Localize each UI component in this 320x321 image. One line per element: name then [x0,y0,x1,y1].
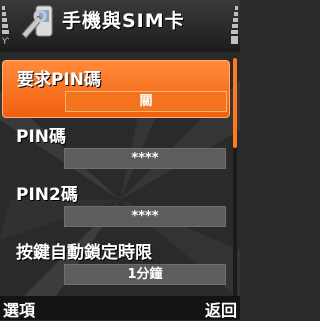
setting-label: 按鍵自動鎖定時限 [16,243,152,263]
page-title: 手機與SIM卡 [62,10,185,32]
setting-value: **** [64,206,226,227]
svg-text:Ƴ: Ƴ [2,37,9,46]
setting-value: **** [64,148,226,169]
back-softkey[interactable]: 返回 [205,297,237,321]
scrollbar[interactable] [233,58,237,296]
scrollbar-thumb[interactable] [233,58,237,148]
setting-item-pin2-code[interactable]: PIN2碼 **** [2,176,230,234]
battery-level-icon [231,6,238,44]
setting-item-keylock-timeout[interactable]: 按鍵自動鎖定時限 1分鐘 [2,234,230,292]
setting-item-pin-request[interactable]: 要求PIN碼 關 [2,60,230,118]
signal-strength-icon: Ƴ [2,6,9,46]
softkey-bar: 選項 返回 [0,296,240,320]
setting-label: PIN碼 [16,127,67,147]
setting-value: 1分鐘 [64,264,226,285]
setting-label: 要求PIN碼 [17,70,102,90]
title-bar: Ƴ 手機與SIM卡 [0,0,240,52]
setting-item-pin-code[interactable]: PIN碼 **** [2,118,230,176]
wrench-phone-icon [21,5,53,39]
options-softkey[interactable]: 選項 [3,297,35,321]
setting-value: 關 [65,91,227,112]
setting-label: PIN2碼 [16,185,78,205]
